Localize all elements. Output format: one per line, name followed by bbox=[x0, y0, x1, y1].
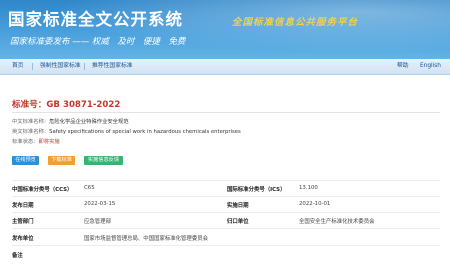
nav-mandatory[interactable]: 强制性国家标准 bbox=[40, 59, 81, 74]
ics-value: 13.100 bbox=[299, 185, 318, 191]
ccs-value: C65 bbox=[84, 185, 95, 191]
preview-button[interactable]: 在线预览 bbox=[12, 156, 39, 165]
issuer-label: 发布单位 bbox=[12, 236, 34, 242]
remark-label: 备注 bbox=[12, 253, 23, 259]
publish-date-value: 2022-03-15 bbox=[84, 201, 116, 207]
en-name-value: Safety specifications of special work in… bbox=[49, 129, 241, 135]
status-row: 标准状态：即将实施 bbox=[12, 137, 60, 145]
central-unit-value: 全国安全生产标准化技术委员会 bbox=[299, 219, 375, 225]
publish-date-label: 发布日期 bbox=[12, 203, 34, 209]
site-motto: 全国标准信息公共服务平台 bbox=[232, 17, 359, 28]
site-slogan: 国家标准委发布 —— 权威 及时 便捷 免费 bbox=[10, 37, 186, 47]
nav-divider bbox=[32, 63, 33, 70]
cn-name-value: 危险化学品企业特殊作业安全规范 bbox=[49, 119, 129, 125]
department-value: 应急管理部 bbox=[84, 219, 111, 225]
department-label: 主管部门 bbox=[12, 219, 34, 225]
feedback-button[interactable]: 实施信息反馈 bbox=[84, 156, 123, 165]
table-row-divider bbox=[12, 180, 440, 181]
table-row-divider bbox=[12, 212, 440, 213]
en-name-label: 英文标准名称： bbox=[12, 129, 50, 135]
cn-name-row: 中文标准名称：危险化学品企业特殊作业安全规范 bbox=[12, 117, 129, 125]
nav-divider bbox=[84, 63, 85, 70]
status-value: 即将实施 bbox=[38, 139, 60, 145]
download-button[interactable]: 下载标准 bbox=[48, 156, 75, 165]
implement-date-label: 实施日期 bbox=[227, 203, 249, 209]
main-nav: 首页 强制性国家标准 推荐性国家标准 帮助 English bbox=[0, 59, 450, 75]
nav-home[interactable]: 首页 bbox=[12, 59, 24, 74]
header-banner: 国家标准全文公开系统 全国标准信息公共服务平台 国家标准委发布 —— 权威 及时… bbox=[0, 0, 450, 59]
en-name-row: 英文标准名称：Safety specifications of special … bbox=[12, 127, 241, 135]
table-row-divider bbox=[12, 245, 440, 246]
issuer-value: 国家市场监督管理总局、中国国家标准化管理委员会 bbox=[84, 236, 208, 242]
table-row-divider bbox=[12, 196, 440, 197]
nav-english[interactable]: English bbox=[420, 59, 441, 74]
nav-help[interactable]: 帮助 bbox=[397, 59, 409, 74]
site-title: 国家标准全文公开系统 bbox=[8, 10, 183, 29]
table-row-divider bbox=[12, 228, 440, 229]
standard-number: 标准号：GB 30871-2022 bbox=[12, 100, 121, 110]
implement-date-value: 2022-10-01 bbox=[299, 201, 331, 207]
ccs-label: 中国标准分类号（CCS） bbox=[12, 187, 73, 193]
divider bbox=[12, 112, 440, 113]
ics-label: 国际标准分类号（ICS） bbox=[227, 187, 286, 193]
status-label: 标准状态： bbox=[12, 139, 39, 145]
central-unit-label: 归口单位 bbox=[227, 219, 249, 225]
cn-name-label: 中文标准名称： bbox=[12, 119, 50, 125]
nav-recommended[interactable]: 推荐性国家标准 bbox=[92, 59, 133, 74]
